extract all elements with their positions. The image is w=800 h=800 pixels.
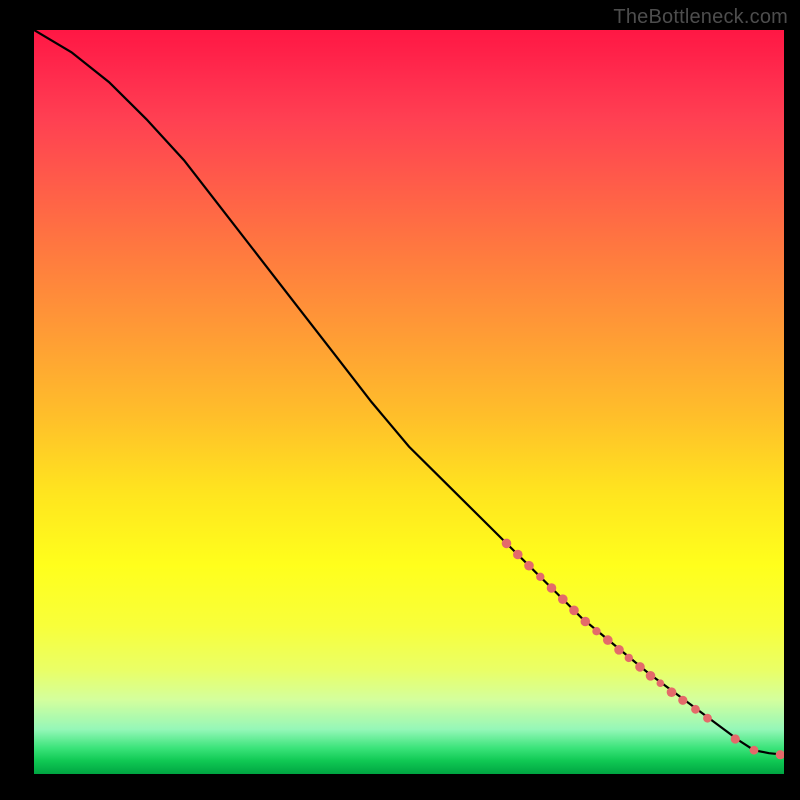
watermark: TheBottleneck.com [613,6,788,29]
chart-stage: TheBottleneck.com [0,0,800,800]
plot-area [34,30,784,774]
watermark-link[interactable]: TheBottleneck.com [613,6,788,28]
